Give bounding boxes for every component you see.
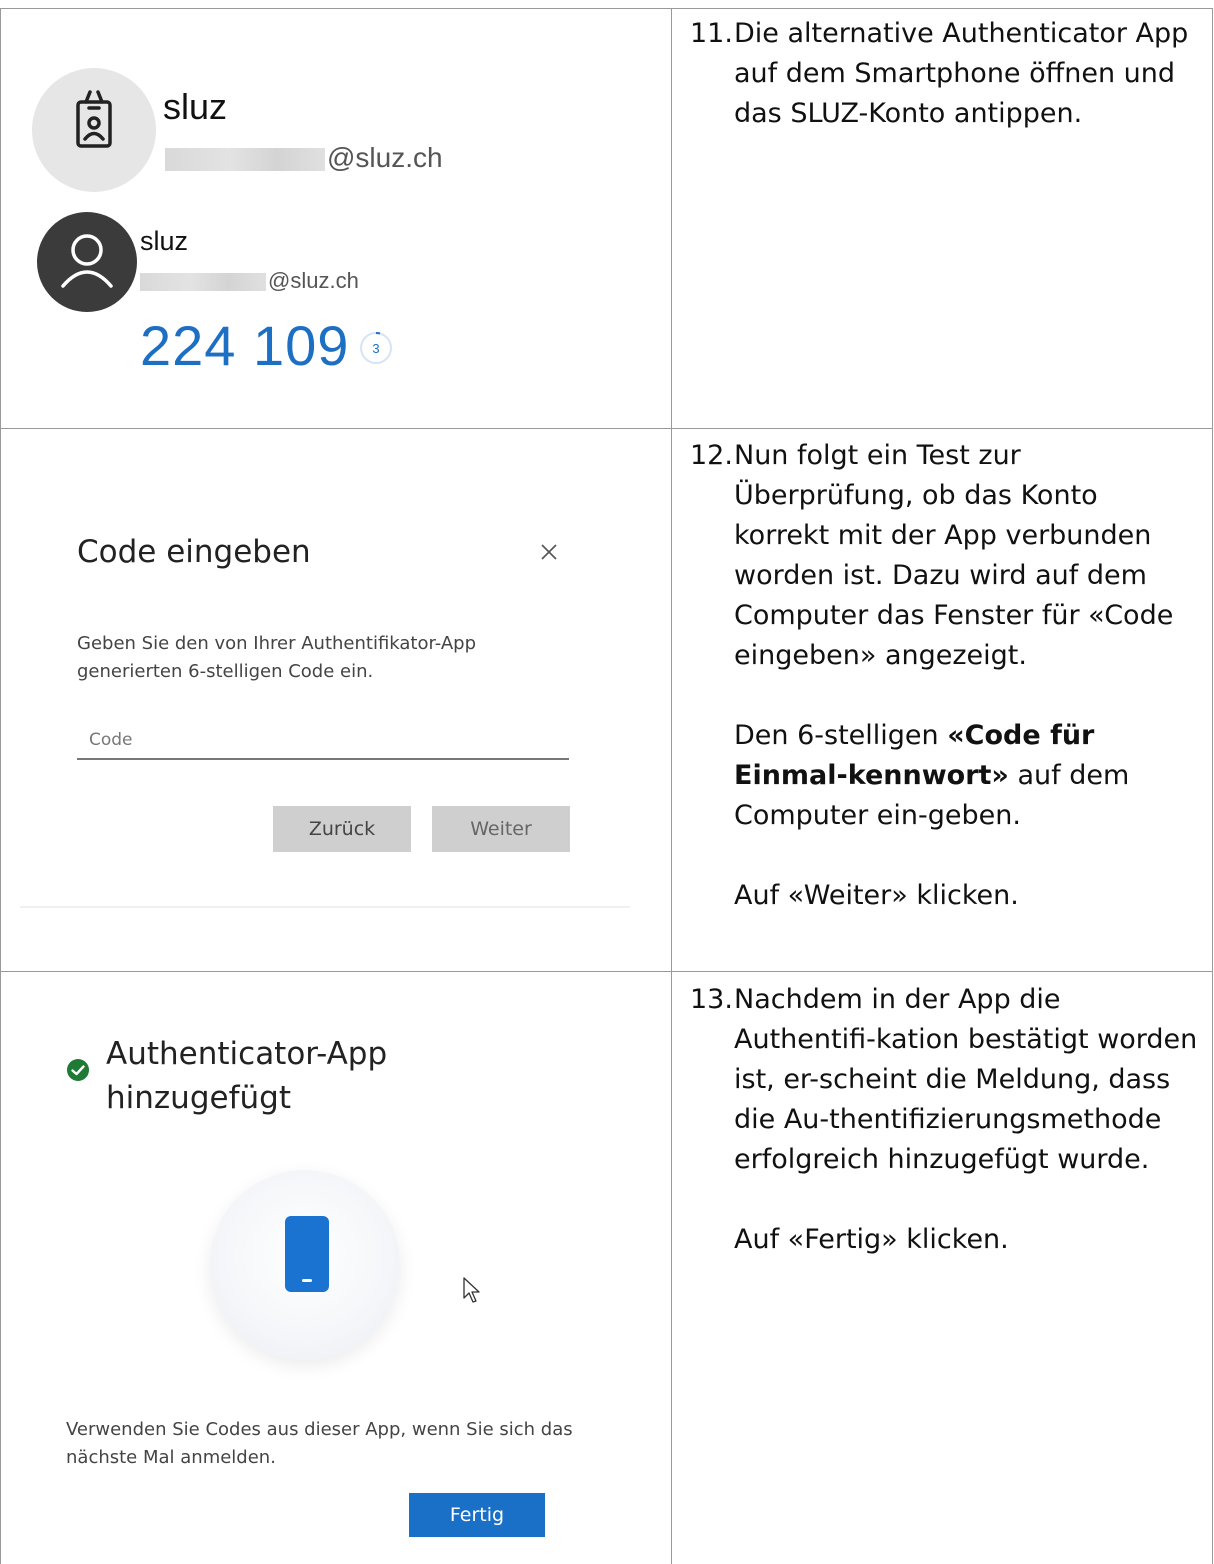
success-title-line1: Authenticator-App <box>106 1036 388 1072</box>
success-title: Authenticator-App hinzugefügt <box>106 1032 387 1120</box>
account-avatar-badge[interactable] <box>32 68 156 192</box>
countdown-timer: 3 <box>358 330 394 366</box>
step-number: 11. <box>690 18 733 49</box>
instruction-prefix: Den 6-stelligen <box>734 720 948 751</box>
email-domain: @sluz.ch <box>268 268 359 293</box>
step-text-action: Auf «Fertig» klicken. <box>734 1224 1009 1255</box>
back-button[interactable]: Zurück <box>273 806 411 852</box>
table-row-divider-2 <box>0 971 1213 972</box>
countdown-ring-icon: 3 <box>360 332 392 364</box>
account-name-secondary[interactable]: sluz <box>140 226 188 257</box>
table-border-middle <box>671 8 672 1564</box>
dialog-title: Code eingeben <box>77 534 311 570</box>
code-placeholder: Code <box>89 730 133 750</box>
account-email-primary: @sluz.ch <box>165 142 443 174</box>
account-name-primary[interactable]: sluz <box>163 86 227 128</box>
redacted-email-blur <box>140 273 266 291</box>
close-x-glyph <box>541 544 557 560</box>
cursor-arrow-glyph <box>463 1277 480 1303</box>
success-description: Verwenden Sie Codes aus dieser App, wenn… <box>66 1419 573 1468</box>
account-avatar-user[interactable] <box>37 212 137 312</box>
step-text: Die alternative Authenticator App auf de… <box>734 18 1189 129</box>
step-text-action: Auf «Weiter» klicken. <box>734 880 1019 911</box>
redacted-email-blur <box>165 148 325 171</box>
email-domain: @sluz.ch <box>327 142 443 173</box>
otp-code[interactable]: 224 109 <box>140 313 349 378</box>
dialog-description: Geben Sie den von Ihrer Authentifikator-… <box>77 633 477 682</box>
user-icon <box>61 234 113 288</box>
table-border-top <box>0 8 1213 9</box>
code-input[interactable]: Code <box>77 724 569 760</box>
account-email-secondary: @sluz.ch <box>140 268 359 294</box>
done-button[interactable]: Fertig <box>409 1493 545 1537</box>
next-button[interactable]: Weiter <box>432 806 570 852</box>
step-number: 12. <box>690 440 733 471</box>
mouse-cursor-icon <box>462 1276 484 1306</box>
step-text-intro: Nun folgt ein Test zur Überprüfung, ob d… <box>734 440 1174 671</box>
step-12: 12. Nun folgt ein Test zur Überprüfung, … <box>690 436 1200 956</box>
step-number: 13. <box>690 984 733 1015</box>
id-badge-icon <box>76 90 112 148</box>
close-icon[interactable] <box>535 538 563 566</box>
check-circle-icon <box>66 1058 90 1082</box>
step-13: 13. Nachdem in der App die Authentifi-ka… <box>690 980 1200 1300</box>
step-11: 11. Die alternative Authenticator App au… <box>690 14 1200 174</box>
table-border-left <box>0 8 1 1564</box>
table-row-divider-1 <box>0 428 1213 429</box>
step-text-intro: Nachdem in der App die Authentifi-kation… <box>734 984 1198 1175</box>
smartphone-icon <box>285 1216 329 1292</box>
table-border-right <box>1212 8 1213 1564</box>
countdown-value: 3 <box>372 341 379 356</box>
check-glyph <box>67 1059 89 1081</box>
dialog-bottom-edge <box>20 906 630 908</box>
step-text-instruction: Den 6-stelligen «Code für Einmal-kennwor… <box>734 716 1200 836</box>
success-title-line2: hinzugefügt <box>106 1080 291 1116</box>
